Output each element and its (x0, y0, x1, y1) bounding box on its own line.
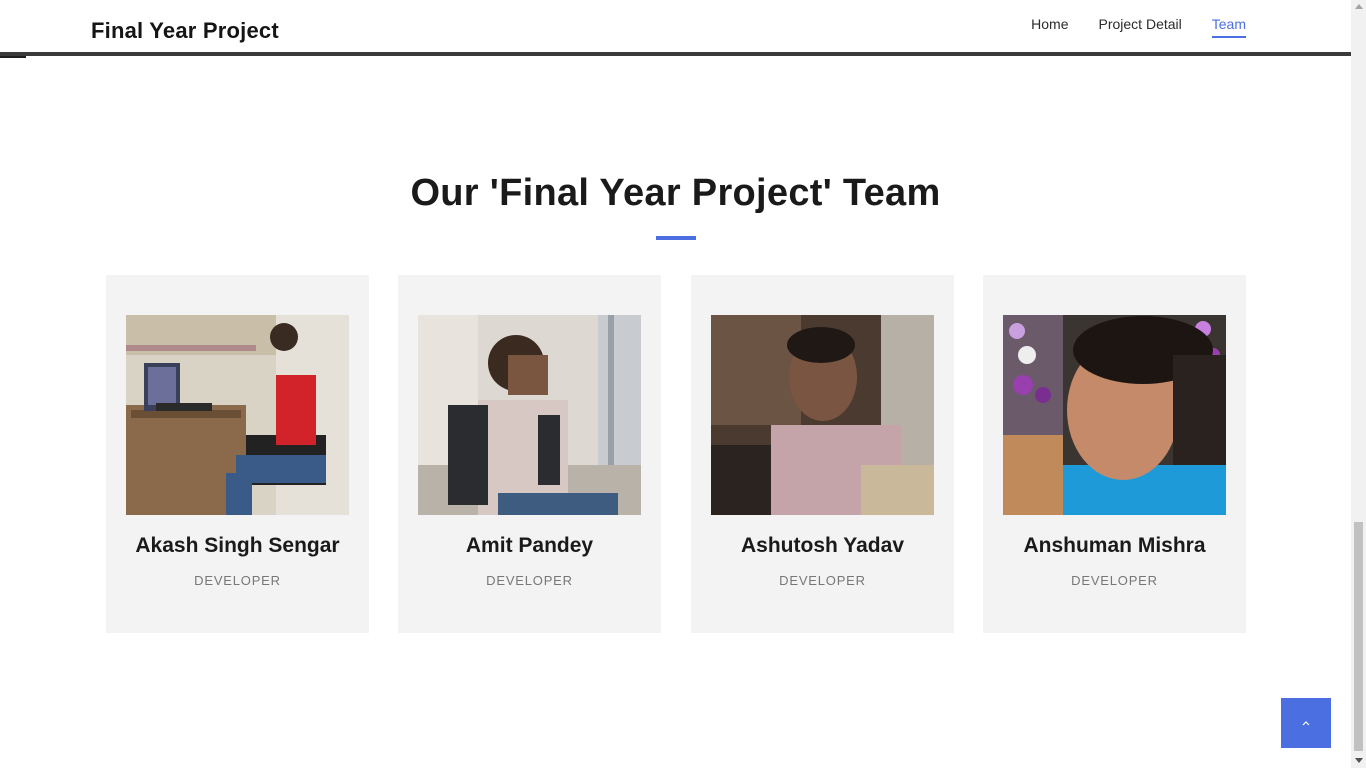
header-divider (0, 52, 1351, 56)
team-member-card: Anshuman Mishra DEVELOPER (983, 275, 1246, 633)
member-photo (1003, 315, 1226, 515)
nav-project-detail[interactable]: Project Detail (1099, 16, 1182, 38)
site-header: Final Year Project Home Project Detail T… (0, 0, 1351, 54)
member-name: Ashutosh Yadav (741, 534, 904, 557)
scrollbar-thumb[interactable] (1354, 522, 1363, 751)
team-section-title: Our 'Final Year Project' Team (410, 172, 941, 214)
nav-team[interactable]: Team (1211, 16, 1246, 38)
site-logo[interactable]: Final Year Project (91, 18, 279, 44)
page: Final Year Project Home Project Detail T… (0, 0, 1351, 768)
scroll-down-arrow-icon[interactable] (1355, 758, 1363, 763)
main-nav: Home Project Detail Team (1031, 16, 1246, 38)
nav-home[interactable]: Home (1031, 16, 1068, 38)
member-name: Akash Singh Sengar (135, 534, 340, 557)
title-underline (656, 236, 696, 240)
back-to-top-button[interactable] (1281, 698, 1331, 748)
member-role: DEVELOPER (194, 573, 281, 588)
team-member-card: Akash Singh Sengar DEVELOPER (106, 275, 369, 633)
member-name: Amit Pandey (465, 534, 594, 557)
member-photo (126, 315, 349, 515)
member-photo (711, 315, 934, 515)
chevron-up-icon (1302, 721, 1310, 726)
team-member-card: Ashutosh Yadav DEVELOPER (691, 275, 954, 633)
member-role: DEVELOPER (486, 573, 573, 588)
member-role: DEVELOPER (779, 573, 866, 588)
member-photo (418, 315, 641, 515)
scroll-up-arrow-icon[interactable] (1355, 4, 1363, 9)
member-role: DEVELOPER (1071, 573, 1158, 588)
header-divider-accent (0, 56, 26, 58)
team-member-card: Amit Pandey DEVELOPER (398, 275, 661, 633)
member-name: Anshuman Mishra (1023, 534, 1206, 557)
page-scrollbar[interactable] (1351, 0, 1366, 768)
